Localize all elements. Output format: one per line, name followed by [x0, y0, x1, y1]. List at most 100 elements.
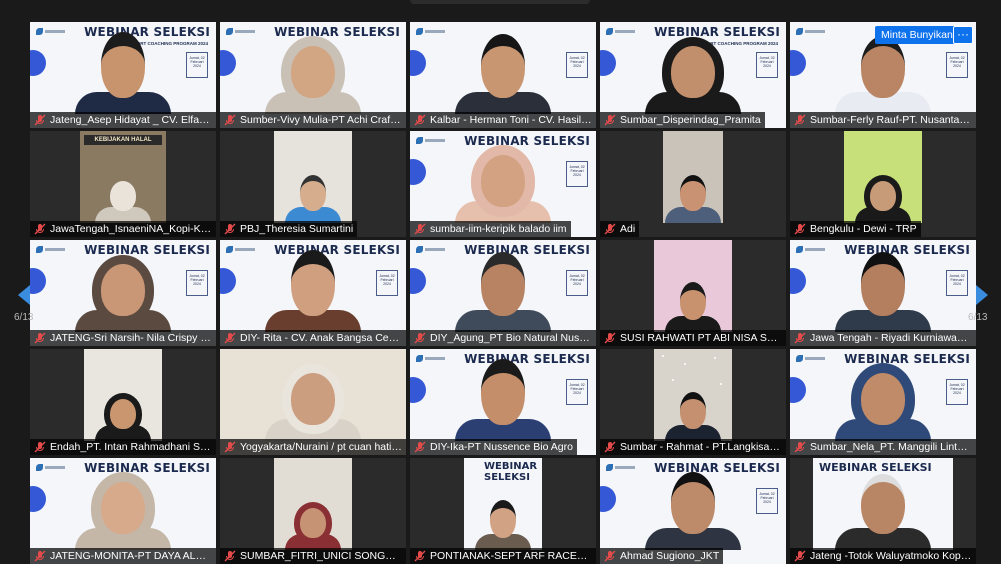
banner-date: Jumat, 02 Februari 2024: [946, 379, 968, 405]
participant-tile[interactable]: WEBINAR SELEKSI Jumat, 02 Februari 2024 …: [790, 349, 976, 455]
participant-name: DIY-Ika-PT Nussence Bio Agro: [430, 441, 573, 453]
participant-video: [665, 175, 721, 223]
banner-date: Jumat, 02 Februari 2024: [566, 52, 588, 78]
muted-mic-icon: [604, 441, 616, 453]
logo-icon: [226, 28, 256, 36]
participant-video: [265, 46, 361, 114]
participant-name: DIY_Agung_PT Bio Natural Nusantara: [430, 332, 592, 344]
participant-tile[interactable]: SUMBAR_FITRI_UNICI SONGKET: [220, 458, 406, 564]
participant-name: JATENG-Sri Narsih- Nila Crispy SAKTI: [50, 332, 212, 344]
participant-name: sumbar-iim-keripik balado iim: [430, 223, 567, 235]
name-label: DIY_Agung_PT Bio Natural Nusantara: [410, 330, 596, 346]
participant-tile[interactable]: KEBIJAKAN HALAL JawaTengah_IsnaeniNA_Kop…: [30, 131, 216, 237]
video-frame: [654, 349, 732, 441]
participant-tile[interactable]: SUSI RAHWATI PT ABI NISA SEJAHTERA: [600, 240, 786, 346]
logo-icon: [416, 28, 446, 36]
logo-icon: [606, 28, 636, 36]
name-label: JawaTengah_IsnaeniNA_Kopi-Kuna: [30, 221, 216, 237]
participant-name: Jawa Tengah - Riyadi Kurniawan - Kopi: [810, 332, 972, 344]
decor-blob: [220, 268, 236, 294]
logo-icon: [36, 28, 66, 36]
banner-date: Jumat, 02 Februari 2024: [946, 270, 968, 296]
participant-name: Adi: [620, 223, 636, 235]
banner-date: Jumat, 02 Februari 2024: [756, 488, 778, 514]
muted-mic-icon: [224, 332, 236, 344]
participant-tile[interactable]: WEBINAR SELEKSI Jumat, 02 Februari 2024 …: [410, 349, 596, 455]
banner-date: Jumat, 02 Februari 2024: [756, 52, 778, 78]
muted-mic-icon: [414, 223, 426, 235]
participant-tile[interactable]: WEBINAR SELEKSI Jumat, 02 Februari 2024 …: [220, 240, 406, 346]
banner-title: WEBINAR SELEKSI: [84, 461, 210, 475]
muted-mic-icon: [224, 114, 236, 126]
participant-tile[interactable]: WEBINAR SELEKSI Jateng -Totok Waluyatmok…: [790, 458, 976, 564]
participant-video: [835, 36, 931, 114]
decor-blob: [220, 50, 236, 76]
name-label: Sumbar - Rahmat - PT.Langkisau Export: [600, 439, 786, 455]
participant-video: [75, 32, 171, 114]
participant-name: Endah_PT. Intan Rahmadhani Santosa: [50, 441, 212, 453]
participant-tile[interactable]: WEBINAR SELEKSI Jumat, 02 Februari 2024 …: [410, 131, 596, 237]
participant-tile[interactable]: Bengkulu - Dewi - TRP: [790, 131, 976, 237]
participant-name: Sumber-Vivy Mulia-PT Achi Craft Indonesi…: [240, 114, 402, 126]
next-page-arrow-icon[interactable]: [972, 282, 992, 308]
participant-name: Sumbar-Ferly Rauf-PT. Nusantara Rempah: [810, 114, 972, 126]
participant-video: [75, 482, 171, 550]
participant-tile[interactable]: WEBINAR SELEKSI Jumat, 02 Februari 2024 …: [790, 240, 976, 346]
participant-video: [265, 373, 361, 441]
page-indicator-left: 6/13: [14, 312, 34, 323]
more-options-button[interactable]: ···: [953, 26, 973, 44]
name-label: PBJ_Theresia Sumartini: [220, 221, 358, 237]
participant-tile[interactable]: Endah_PT. Intan Rahmadhani Santosa: [30, 349, 216, 455]
name-label: Kalbar - Herman Toni - CV. Hasil Alam Bo…: [410, 112, 596, 128]
participant-tile[interactable]: WEBINAR SELEKSI EXPORT COACHING PROGRAM …: [30, 22, 216, 128]
muted-mic-icon: [34, 114, 46, 126]
participant-tile[interactable]: WEBINAR SELEKSI JATENG-MONITA-PT DAYA AL…: [30, 458, 216, 564]
top-handle[interactable]: [410, 0, 590, 4]
participant-tile[interactable]: WEBINAR SELEKSI Jumat, 02 Februari 2024 …: [600, 458, 786, 564]
video-frame: [274, 131, 352, 223]
participant-name: Jateng -Totok Waluyatmoko Kopi Banaran: [810, 550, 972, 562]
name-label: Ahmad Sugiono_JKT: [600, 548, 724, 564]
participant-tile[interactable]: Sumbar - Rahmat - PT.Langkisau Export: [600, 349, 786, 455]
participant-tile[interactable]: WEBINAR SELEKSI Jumat, 02 Februari 2024 …: [30, 240, 216, 346]
participant-video: [455, 359, 551, 441]
previous-page-arrow-icon[interactable]: [14, 282, 34, 308]
ask-to-unmute-button[interactable]: Minta Bunyikan: [875, 26, 959, 44]
participant-tile[interactable]: PBJ_Theresia Sumartini: [220, 131, 406, 237]
participant-tile[interactable]: WEBINAR SELEKSI Jumat, 02 Februari 2024 …: [410, 240, 596, 346]
logo-icon: [36, 464, 66, 472]
banner-title: WEBINAR SELEKSI: [464, 134, 590, 148]
participant-tile[interactable]: WEBINAR SELEKSI Sumber-Vivy Mulia-PT Ach…: [220, 22, 406, 128]
logo-icon: [226, 246, 256, 254]
name-label: Sumbar_Nela_PT. Manggili Lintas Nusa: [790, 439, 976, 455]
participant-video: [285, 175, 341, 223]
participant-tile[interactable]: Adi: [600, 131, 786, 237]
logo-icon: [36, 246, 66, 254]
name-label: Sumber-Vivy Mulia-PT Achi Craft Indonesi…: [220, 112, 406, 128]
name-label: Sumbar_Disperindag_Pramita: [600, 112, 765, 128]
participant-video: [75, 264, 171, 332]
participant-video: [645, 46, 741, 114]
participant-tile[interactable]: Jumat, 02 Februari 2024 Kalbar - Herman …: [410, 22, 596, 128]
participant-name: PBJ_Theresia Sumartini: [240, 223, 354, 235]
video-gallery-grid: WEBINAR SELEKSI EXPORT COACHING PROGRAM …: [0, 0, 1001, 564]
participant-video: [665, 282, 721, 332]
banner-title: WEBINAR SELEKSI: [274, 25, 400, 39]
video-frame: [663, 131, 723, 223]
banner-title: WEBINAR SELEKSI: [654, 25, 780, 39]
video-frame: WEBINAR SELEKSI: [813, 458, 953, 550]
muted-mic-icon: [224, 223, 236, 235]
muted-mic-icon: [224, 550, 236, 562]
participant-video: [455, 252, 551, 332]
decor-blob: [410, 268, 426, 294]
participant-video: [95, 181, 151, 223]
banner-date: Jumat, 02 Februari 2024: [376, 270, 398, 296]
participant-tile[interactable]: WEBINAR SELEKSI PONTIANAK-SEPT ARF RACEW…: [410, 458, 596, 564]
video-frame: [844, 131, 922, 223]
name-label: Sumbar-Ferly Rauf-PT. Nusantara Rempah: [790, 112, 976, 128]
logo-icon: [416, 246, 446, 254]
page-indicator-right: 6/13: [968, 312, 988, 323]
participant-name: Kalbar - Herman Toni - CV. Hasil Alam Bo…: [430, 114, 592, 126]
participant-tile[interactable]: WEBINAR SELEKSI EXPORT COACHING PROGRAM …: [600, 22, 786, 128]
participant-tile[interactable]: Yogyakarta/Nuraini / pt cuan hati bahagi…: [220, 349, 406, 455]
